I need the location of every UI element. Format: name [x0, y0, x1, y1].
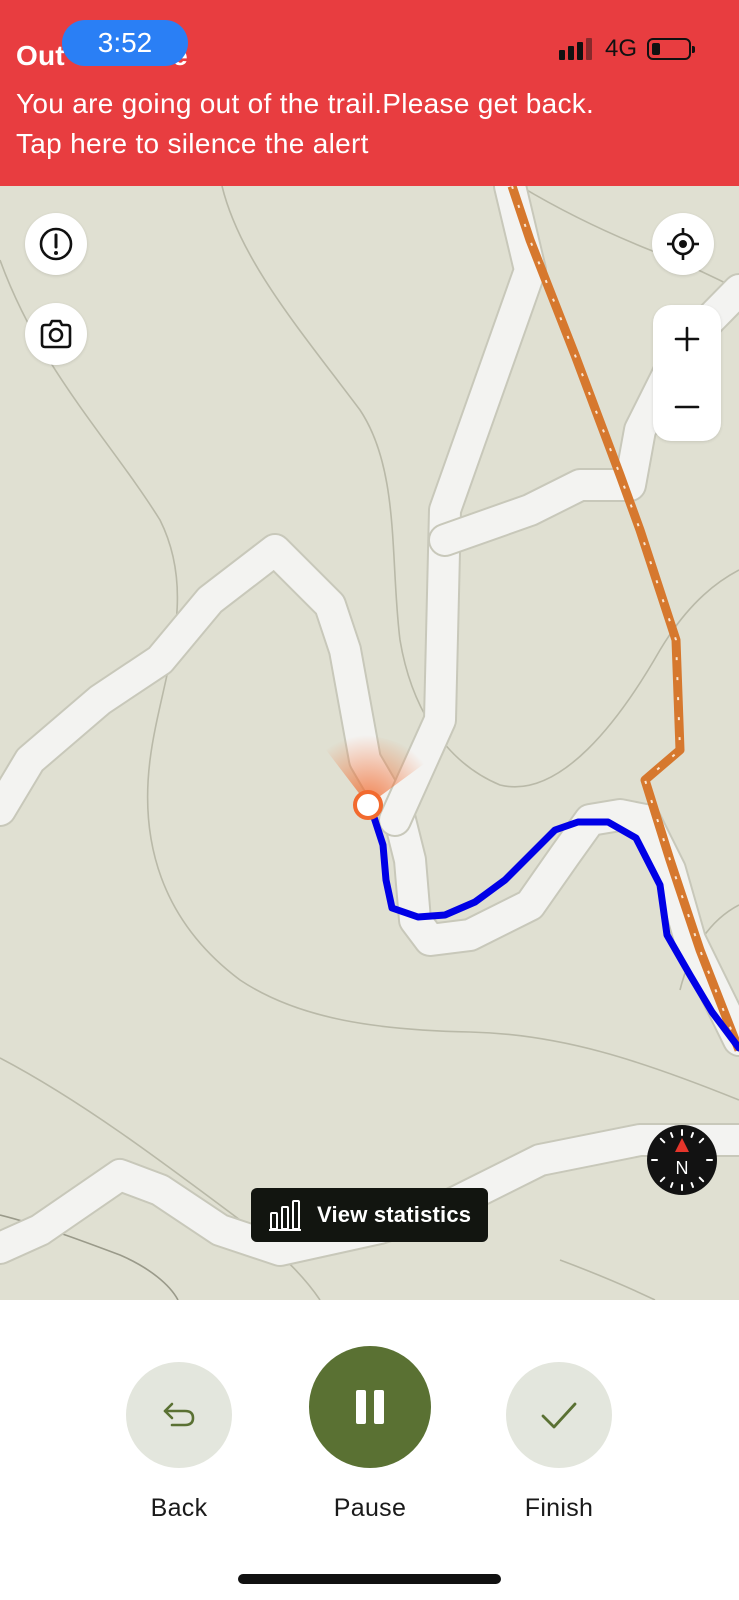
status-time: 3:52 [62, 20, 188, 66]
pause-control: Pause [309, 1346, 431, 1523]
status-indicators: 4G [558, 34, 695, 64]
pause-label: Pause [333, 1494, 407, 1522]
back-button[interactable] [126, 1362, 232, 1468]
map-view[interactable]: N View statistics [0, 186, 739, 1300]
alert-message-block: You are going out of the trail.Please ge… [16, 84, 594, 164]
report-button[interactable] [25, 213, 87, 275]
zoom-out-icon [674, 405, 700, 409]
camera-button[interactable] [25, 303, 87, 365]
view-statistics-button[interactable]: View statistics [251, 1188, 488, 1242]
locate-icon [667, 228, 699, 260]
battery-icon [647, 38, 695, 60]
roads [0, 186, 739, 1267]
zoom-controls [653, 305, 721, 441]
undo-icon [163, 1402, 195, 1427]
map-canvas[interactable] [0, 186, 739, 1300]
alert-message: You are going out of the trail.Please ge… [16, 88, 595, 119]
locate-me-button[interactable] [652, 213, 714, 275]
finish-button[interactable] [506, 1362, 612, 1468]
signal-icon [558, 38, 592, 60]
info-icon [39, 227, 73, 261]
tracking-controls: Back Pause Finish [0, 1300, 739, 1600]
zoom-in-icon [674, 326, 700, 352]
compass-icon: N [647, 1125, 717, 1195]
compass-button[interactable]: N [646, 1124, 718, 1196]
back-control: Back [126, 1362, 232, 1523]
bar-chart-icon [269, 1200, 301, 1231]
finish-control: Finish [506, 1362, 612, 1523]
pause-button[interactable] [309, 1346, 431, 1468]
view-statistics-label: View statistics [317, 1202, 472, 1227]
zoom-out-button[interactable] [653, 373, 721, 441]
compass-north-label: N [676, 1158, 689, 1178]
check-icon [541, 1402, 577, 1429]
out-of-route-alert[interactable]: Out of Route You are going out of the tr… [0, 0, 739, 186]
home-indicator [238, 1574, 501, 1584]
current-position-marker [353, 790, 383, 820]
camera-icon [40, 319, 72, 349]
pause-icon [356, 1390, 384, 1424]
finish-label: Finish [524, 1494, 594, 1522]
back-label: Back [150, 1494, 208, 1522]
alert-silence-action[interactable]: Tap here to silence the alert [16, 124, 594, 164]
zoom-in-button[interactable] [653, 305, 721, 373]
network-type: 4G [604, 35, 637, 62]
